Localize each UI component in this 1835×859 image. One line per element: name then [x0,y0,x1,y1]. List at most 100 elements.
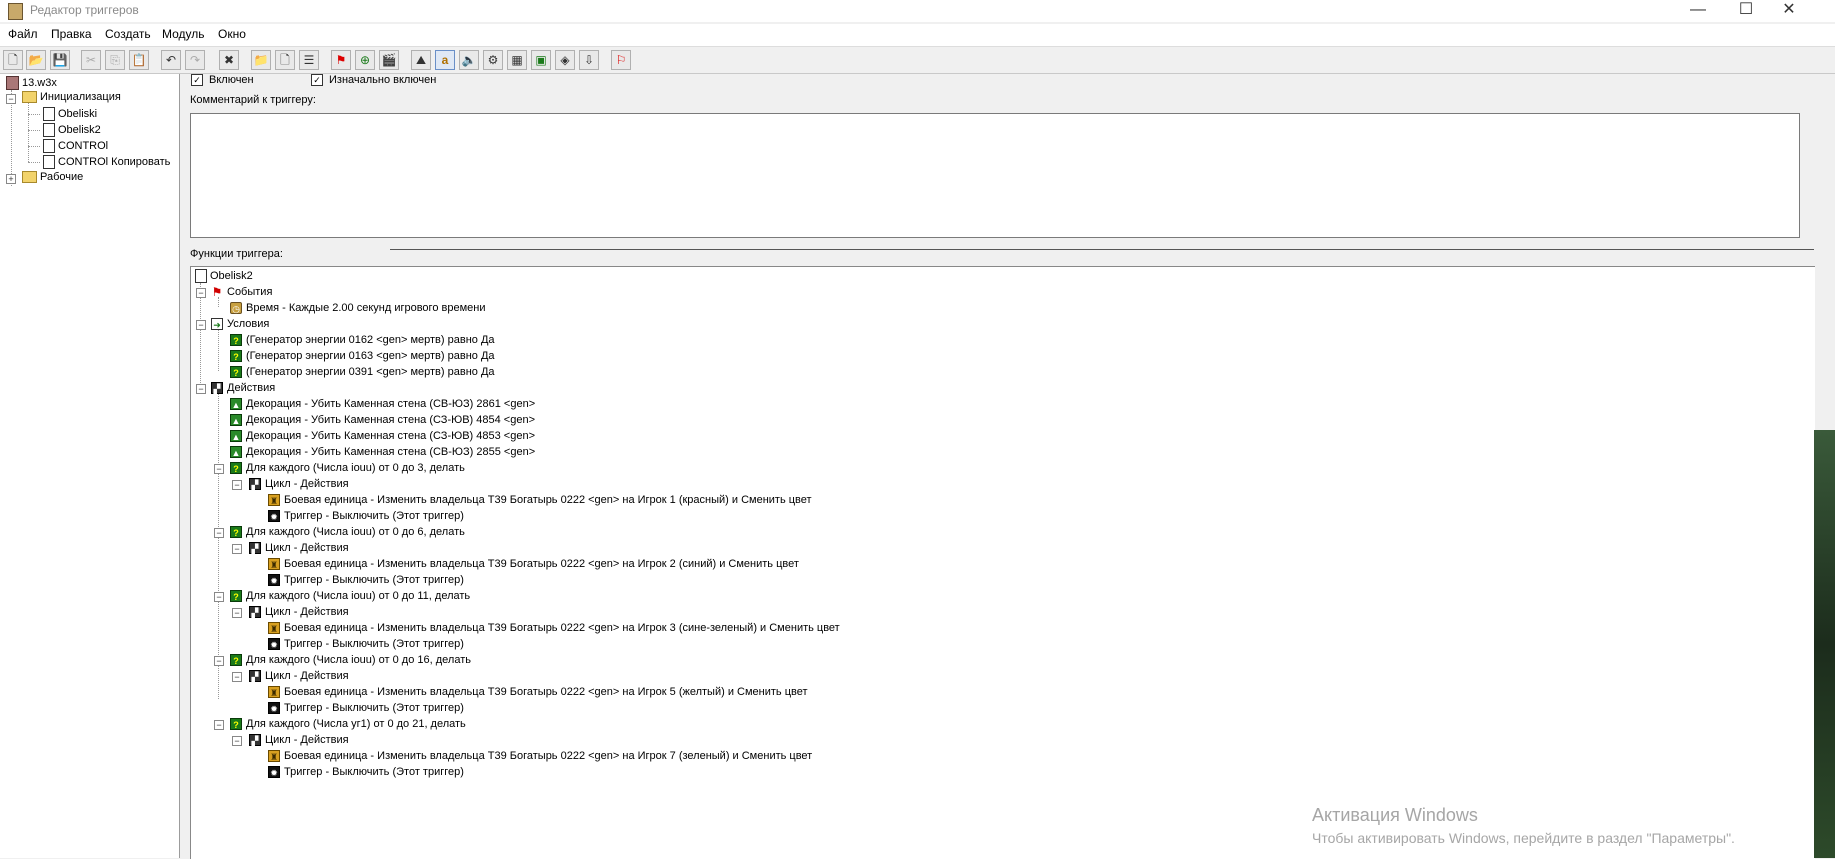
new-trigger-icon[interactable]: 🗋 [275,50,295,70]
collapse-toggle[interactable]: − [214,656,224,666]
loop-row[interactable]: ? Для каждого (Числа iouu) от 0 до 3, дел… [230,461,465,475]
loop-row[interactable]: ? Для каждого (Числа iouu) от 0 до 11, де… [230,589,470,603]
comment-textarea[interactable] [190,113,1800,238]
undo-icon[interactable]: ↶ [161,50,181,70]
conditions-header[interactable]: ➜ Условия [211,317,269,331]
menu-file[interactable]: Файл [8,27,38,41]
loop-row[interactable]: ? Для каждого (Числа iouu) от 0 до 16, де… [230,653,471,667]
ai-editor-icon[interactable]: ▣ [531,50,551,70]
collapse-toggle[interactable]: − [214,592,224,602]
action-row[interactable]: ✹ Триггер - Выключить (Этот триггер) [268,573,464,587]
action-row[interactable]: ♜ Боевая единица - Изменить владельца T39… [268,557,799,571]
collapse-toggle[interactable]: − [6,94,16,104]
actions-header[interactable]: ▞ Действия [211,381,275,395]
loop-row[interactable]: ? Для каждого (Числа уг1) от 0 до 21, дел… [230,717,466,731]
menu-create[interactable]: Создать [105,27,151,41]
clapperboard-icon: ▞ [211,382,223,395]
collapse-toggle[interactable]: − [232,672,242,682]
action-row[interactable]: ♜ Боевая единица - Изменить владельца T39… [268,685,808,699]
action-row[interactable]: ♜ Боевая единица - Изменить владельца T39… [268,749,812,763]
action-row[interactable]: ♜ Боевая единица - Изменить владельца T39… [268,493,812,507]
tree-folder-init[interactable]: Инициализация [22,91,121,104]
new-action-icon[interactable]: 🎬 [379,50,399,70]
save-icon[interactable]: 💾 [50,50,70,70]
collapse-toggle[interactable]: − [214,720,224,730]
action-row[interactable]: ✹ Триггер - Выключить (Этот триггер) [268,509,464,523]
tree-trigger-control[interactable]: CONTROl [43,139,108,153]
import-manager-icon[interactable]: ⇩ [579,50,599,70]
new-event-icon[interactable]: ⚑ [331,50,351,70]
new-condition-icon[interactable]: ⊕ [355,50,375,70]
tree-trigger-obeliski[interactable]: Obeliski [43,107,97,121]
tree-folder-work[interactable]: Рабочие [22,171,83,184]
paste-icon[interactable]: 📋 [129,50,149,70]
loop-actions-row[interactable]: ▞ Цикл - Действия [249,477,349,491]
loop-actions-row[interactable]: ▞ Цикл - Действия [249,669,349,683]
cut-icon[interactable]: ✂ [81,50,101,70]
collapse-toggle[interactable]: − [232,544,242,554]
campaign-editor-icon[interactable]: ▦ [507,50,527,70]
loop-row[interactable]: ? Для каждого (Числа iouu) от 0 до 6, дел… [230,525,465,539]
test-map-icon[interactable]: ⚐ [611,50,631,70]
loop-actions-row[interactable]: ▞ Цикл - Действия [249,541,349,555]
event-row[interactable]: ◷ Время - Каждые 2.00 секунд игрового вре… [230,301,485,315]
menu-edit[interactable]: Правка [51,27,92,41]
action-row[interactable]: ✹ Триггер - Выключить (Этот триггер) [268,765,464,779]
condition-row[interactable]: ? (Генератор энергии 0391 <gen> мертв) ра… [230,365,495,379]
collapse-toggle[interactable]: − [214,464,224,474]
tree-guide [218,393,219,699]
collapse-toggle[interactable]: − [232,480,242,490]
sound-editor-icon[interactable]: 🔈 [459,50,479,70]
condition-text: (Генератор энергии 0163 <gen> мертв) рав… [246,350,495,362]
question-icon: ? [230,654,242,667]
new-icon[interactable]: 🗋 [3,50,23,70]
menu-window[interactable]: Окно [218,27,246,41]
collapse-toggle[interactable]: − [196,320,206,330]
enabled-checkbox[interactable]: ✓ Включен [191,74,254,87]
checkbox-box[interactable]: ✓ [311,74,323,87]
redo-icon[interactable]: ↷ [185,50,205,70]
action-text: Боевая единица - Изменить владельца T39 … [284,686,808,698]
condition-row[interactable]: ? (Генератор энергии 0162 <gen> мертв) ра… [230,333,495,347]
ability-editor-icon[interactable]: ⚙ [483,50,503,70]
condition-row[interactable]: ? (Генератор энергии 0163 <gen> мертв) ра… [230,349,495,363]
collapse-toggle[interactable]: − [196,288,206,298]
initially-enabled-checkbox[interactable]: ✓ Изначально включен [311,74,436,87]
loop-actions-row[interactable]: ▞ Цикл - Действия [249,605,349,619]
collapse-toggle[interactable]: − [232,608,242,618]
minimize-button[interactable]: — [1675,0,1721,22]
new-category-icon[interactable]: 📁 [251,50,271,70]
open-icon[interactable]: 📂 [26,50,46,70]
action-row[interactable]: ▲ Декорация - Убить Каменная стена (СЗ-ЮВ… [230,429,535,443]
action-row[interactable]: ✹ Триггер - Выключить (Этот триггер) [268,701,464,715]
close-button[interactable]: ✕ [1766,0,1812,22]
action-row[interactable]: ▲ Декорация - Убить Каменная стена (СВ-ЮЗ… [230,397,535,411]
action-row[interactable]: ✹ Триггер - Выключить (Этот триггер) [268,637,464,651]
action-row[interactable]: ♜ Боевая единица - Изменить владельца T39… [268,621,840,635]
copy-icon[interactable]: ⎘ [105,50,125,70]
events-header[interactable]: ⚑ События [211,285,273,299]
action-row[interactable]: ▲ Декорация - Убить Каменная стена (СВ-ЮЗ… [230,445,535,459]
object-editor-icon[interactable]: a [435,50,455,70]
tree-trigger-control-copy[interactable]: CONTROl Копировать [43,155,170,169]
terrain-editor-icon[interactable]: ⛰ [411,50,431,70]
tree-root[interactable]: 13.w3x [6,76,57,90]
tree-trigger-obelisk2[interactable]: Obelisk2 [43,123,101,137]
new-comment-icon[interactable]: ☰ [299,50,319,70]
menu-module[interactable]: Модуль [162,27,205,41]
delete-icon[interactable]: ✖ [219,50,239,70]
checkbox-box[interactable]: ✓ [191,74,203,87]
action-row[interactable]: ▲ Декорация - Убить Каменная стена (СЗ-ЮВ… [230,413,535,427]
splitter[interactable] [390,249,1814,250]
loop-actions-text: Цикл - Действия [265,670,349,682]
collapse-toggle[interactable]: − [214,528,224,538]
object-manager-icon[interactable]: ◈ [555,50,575,70]
collapse-toggle[interactable]: − [232,736,242,746]
maximize-button[interactable]: ☐ [1723,0,1769,22]
loop-actions-row[interactable]: ▞ Цикл - Действия [249,733,349,747]
trigger-name-row[interactable]: Obelisk2 [195,269,253,284]
collapse-toggle[interactable]: − [196,384,206,394]
tree-guide [11,90,12,186]
expand-toggle[interactable]: + [6,174,16,184]
map-icon [6,76,19,90]
